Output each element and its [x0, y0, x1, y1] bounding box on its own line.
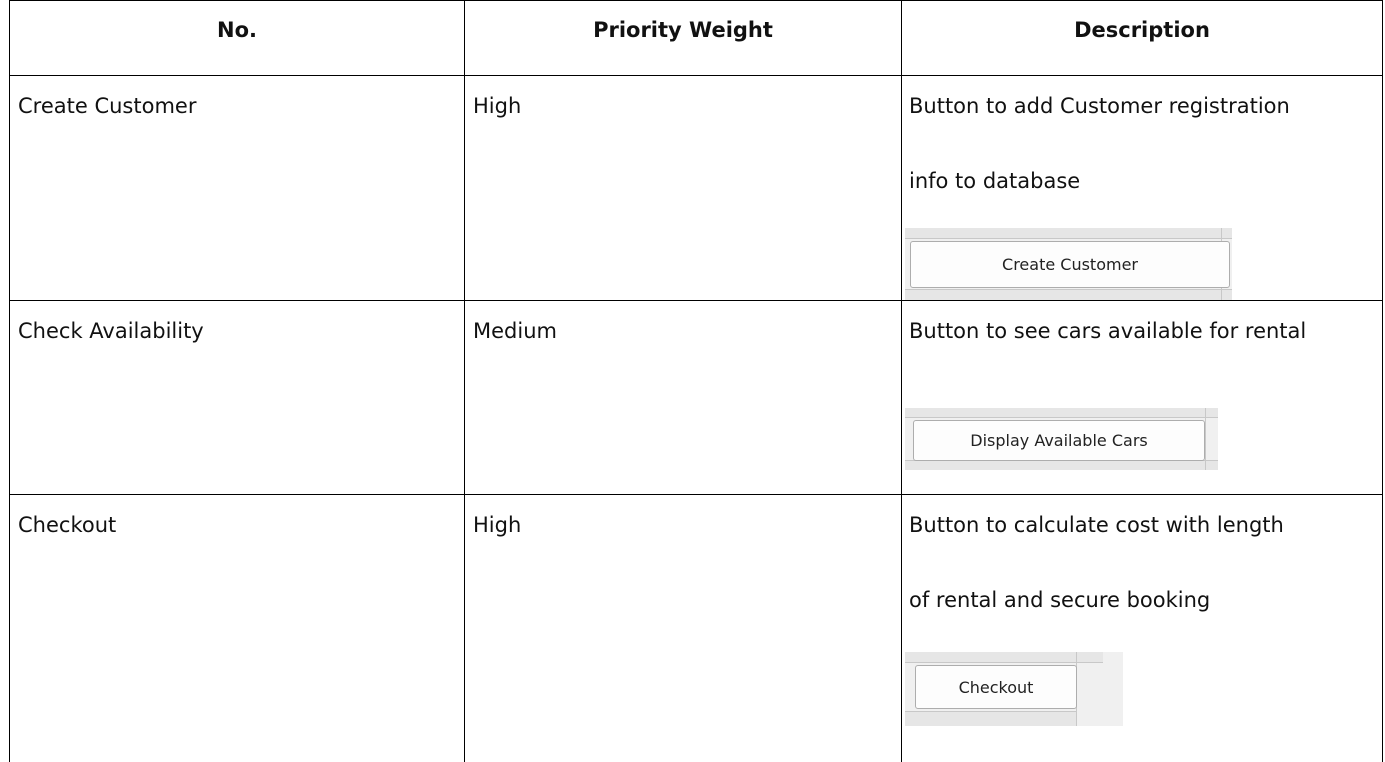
row-2-name: Check Availability	[18, 319, 204, 343]
header-no: No.	[217, 18, 257, 42]
table-border-left	[9, 0, 10, 762]
row-divider-1	[9, 75, 1383, 76]
column-divider-2	[901, 0, 902, 762]
row-2-priority: Medium	[473, 319, 557, 343]
row-2-description-line1: Button to see cars available for rental	[909, 319, 1307, 343]
row-1-description-line2: info to database	[909, 169, 1081, 193]
row-3-name: Checkout	[18, 513, 117, 537]
create-customer-button[interactable]: Create Customer	[910, 241, 1230, 288]
column-divider-1	[464, 0, 465, 762]
checkout-button[interactable]: Checkout	[915, 665, 1077, 709]
row-1-name: Create Customer	[18, 94, 197, 118]
header-priority-weight: Priority Weight	[593, 18, 773, 42]
row-1-priority: High	[473, 94, 522, 118]
table-border-top	[9, 0, 1383, 1]
row-divider-2	[9, 300, 1383, 301]
row-3-priority: High	[473, 513, 522, 537]
row-3-description-line2: of rental and secure booking	[909, 588, 1211, 612]
row-divider-3	[9, 494, 1383, 495]
checkout-screenshot: Checkout	[905, 652, 1123, 726]
display-available-cars-button[interactable]: Display Available Cars	[913, 420, 1205, 461]
display-available-cars-screenshot: Display Available Cars	[905, 408, 1218, 470]
row-3-description-line1: Button to calculate cost with length	[909, 513, 1284, 537]
header-description: Description	[1074, 18, 1210, 42]
table-border-right	[1382, 0, 1383, 762]
create-customer-screenshot: Create Customer	[905, 228, 1232, 300]
row-1-description-line1: Button to add Customer registration	[909, 94, 1290, 118]
